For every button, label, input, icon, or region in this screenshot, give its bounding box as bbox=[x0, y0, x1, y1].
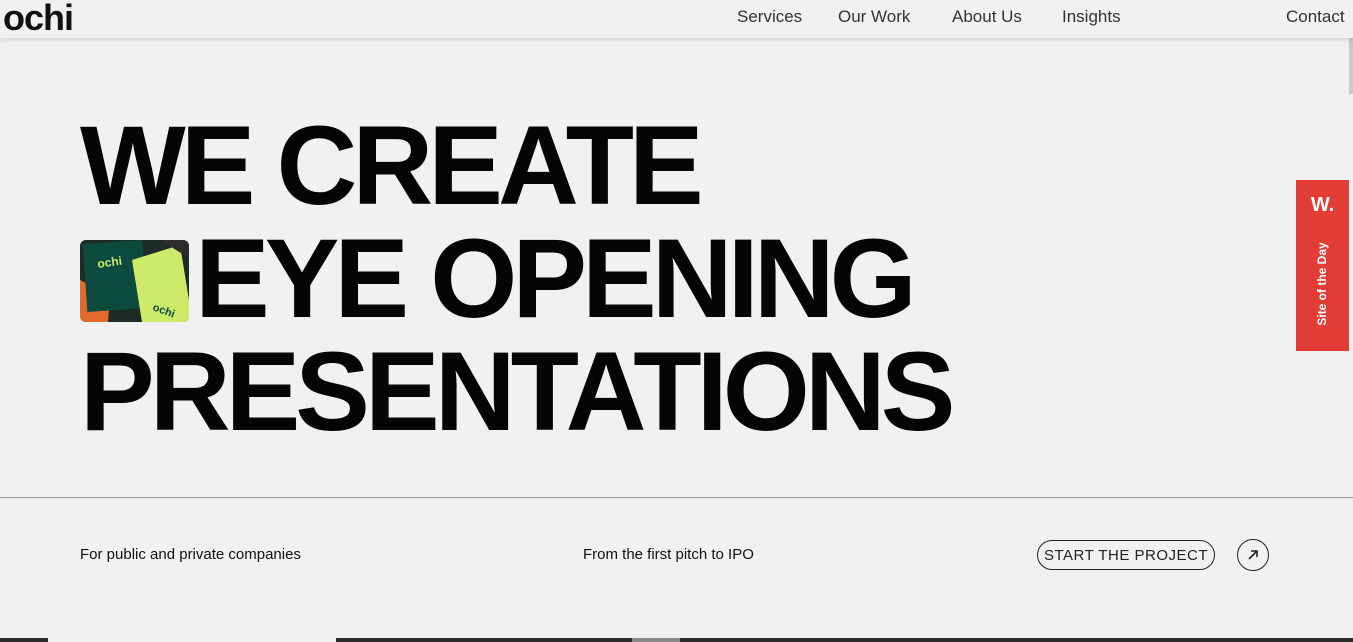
hero-thumbnail-image: ochi ochi bbox=[80, 240, 189, 322]
hero-line-3: PRESENTATIONS bbox=[80, 329, 955, 454]
hero-line-2: EYE OPENING bbox=[195, 216, 917, 341]
scrollbar-thumb[interactable] bbox=[1349, 38, 1353, 94]
award-logo: W. bbox=[1310, 194, 1335, 216]
next-section-preview-4 bbox=[680, 638, 1353, 642]
nav-about-us-link[interactable]: About Us bbox=[952, 7, 1022, 27]
start-project-arrow-button[interactable] bbox=[1237, 539, 1269, 571]
start-project-button[interactable]: START THE PROJECT bbox=[1037, 540, 1215, 570]
nav-services-link[interactable]: Services bbox=[737, 7, 802, 27]
nav-contact-link[interactable]: Contact bbox=[1286, 7, 1345, 27]
site-of-the-day-badge[interactable]: W. Site of the Day bbox=[1296, 180, 1349, 351]
nav-our-work-link[interactable]: Our Work bbox=[838, 7, 910, 27]
next-section-preview-1 bbox=[0, 638, 48, 642]
next-section-preview-2 bbox=[336, 638, 632, 642]
next-section-preview-3 bbox=[632, 638, 680, 642]
arrow-up-right-icon bbox=[1248, 550, 1258, 560]
info-public-private: For public and private companies bbox=[80, 546, 301, 563]
top-navbar: ochi Services Our Work About Us Insights… bbox=[0, 0, 1353, 38]
section-divider bbox=[0, 497, 1353, 498]
hero-line-1: WE CREATE bbox=[80, 103, 704, 228]
ochi-logo[interactable]: ochi bbox=[3, 0, 74, 36]
nav-insights-link[interactable]: Insights bbox=[1062, 7, 1121, 27]
info-pitch-to-ipo: From the first pitch to IPO bbox=[583, 546, 754, 563]
start-project-label: START THE PROJECT bbox=[1043, 546, 1209, 564]
award-label: Site of the Day bbox=[1315, 242, 1329, 326]
presentation-cards-illustration: ochi ochi bbox=[80, 240, 189, 322]
